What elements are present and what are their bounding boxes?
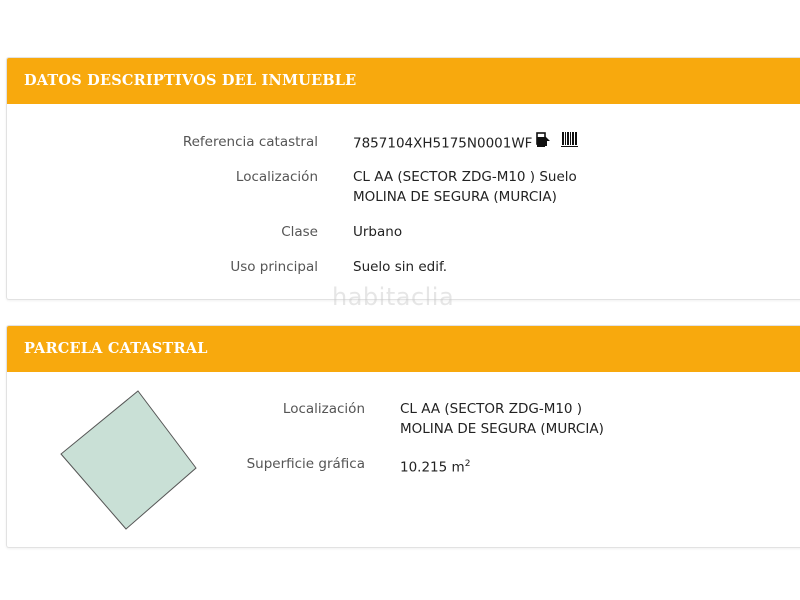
row-value: Urbano	[353, 224, 403, 240]
panel-parcela-catastral: PARCELA CATASTRAL Localización CL AA (SE…	[6, 325, 800, 548]
row-value: 7857104XH5175N0001WF	[353, 131, 579, 155]
referencia-value[interactable]: 7857104XH5175N0001WF	[353, 136, 532, 152]
localizacion-line1: CL AA (SECTOR ZDG-M10 )	[400, 401, 583, 417]
panel-datos-inmueble: DATOS DESCRIPTIVOS DEL INMUEBLE Referenc…	[6, 57, 800, 300]
row-value: Suelo sin edif.	[353, 259, 448, 275]
barcode-icon[interactable]	[561, 131, 579, 154]
copy-icon[interactable]	[536, 131, 551, 154]
row-label: Clase	[281, 224, 318, 240]
row-label: Localización	[282, 401, 365, 417]
localizacion-line2: MOLINA DE SEGURA (MURCIA)	[353, 189, 557, 205]
row-value: CL AA (SECTOR ZDG-M10 ) Suelo MOLINA DE …	[353, 167, 577, 207]
row-label: Superficie gráfica	[246, 456, 365, 472]
localizacion-line2: MOLINA DE SEGURA (MURCIA)	[400, 421, 604, 437]
unit-superscript: 2	[464, 459, 471, 469]
row-label: Localización	[235, 169, 318, 185]
panel-title: DATOS DESCRIPTIVOS DEL INMUEBLE	[7, 58, 800, 104]
watermark-text: habitaclia	[332, 283, 455, 311]
superficie-value: 10.215 m	[400, 459, 465, 476]
row-value: 10.215 m2	[400, 454, 470, 478]
localizacion-line1: CL AA (SECTOR ZDG-M10 ) Suelo	[353, 169, 577, 185]
row-value: CL AA (SECTOR ZDG-M10 ) MOLINA DE SEGURA…	[400, 399, 604, 439]
row-label: Uso principal	[230, 259, 318, 275]
row-label: Referencia catastral	[182, 134, 318, 150]
panel-title: PARCELA CATASTRAL	[7, 326, 800, 372]
